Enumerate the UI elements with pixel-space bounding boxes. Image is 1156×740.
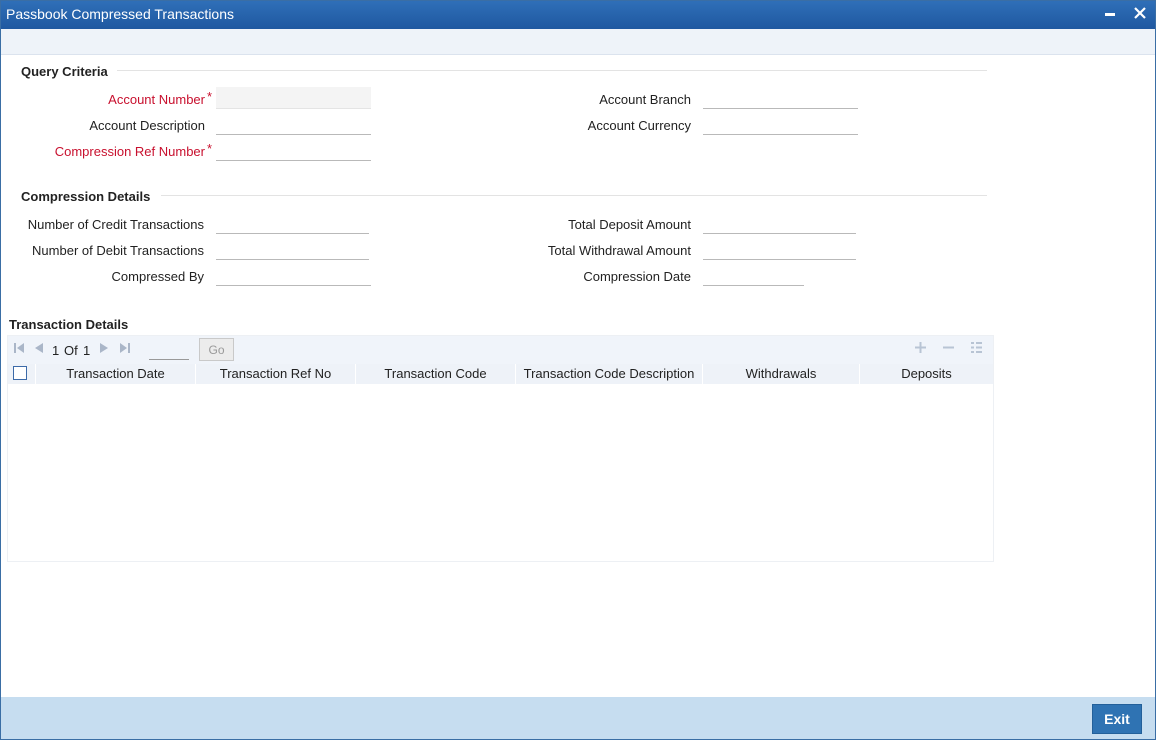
go-button[interactable]: Go (199, 338, 234, 361)
window-title: Passbook Compressed Transactions (6, 6, 234, 22)
transaction-grid: 1 Of 1 Go Transaction Date Transaction R… (7, 335, 994, 562)
section-divider (117, 70, 987, 71)
account-branch-label: Account Branch (599, 92, 691, 107)
section-divider (161, 195, 987, 196)
required-mark: * (207, 89, 213, 104)
transaction-details-title: Transaction Details (9, 317, 129, 332)
credit-count-label: Number of Credit Transactions (27, 217, 204, 232)
page-of-label: Of (64, 343, 78, 358)
account-currency-label: Account Currency (587, 118, 691, 133)
account-number-label: Account Number (108, 92, 205, 107)
page-number-input[interactable] (149, 340, 189, 360)
account-branch-field[interactable] (703, 87, 858, 109)
compressed-by-label: Compressed By (111, 269, 204, 284)
total-deposit-label: Total Deposit Amount (568, 217, 691, 232)
select-all-cell (8, 364, 36, 384)
next-page-icon[interactable] (98, 342, 110, 357)
debit-count-field[interactable] (216, 238, 369, 260)
total-deposit-field[interactable] (703, 212, 856, 234)
footer-bar: Exit (1, 697, 1155, 739)
required-mark: * (207, 141, 213, 156)
total-withdrawal-label: Total Withdrawal Amount (547, 243, 691, 258)
credit-count-field[interactable] (216, 212, 369, 234)
prev-page-icon[interactable] (33, 342, 45, 357)
first-page-icon[interactable] (13, 342, 25, 357)
current-page: 1 (52, 343, 60, 358)
compression-ref-field[interactable] (216, 139, 371, 161)
grid-pager: 1 Of 1 Go (8, 336, 993, 364)
column-header[interactable]: Transaction Date (36, 364, 196, 384)
delete-row-icon[interactable] (942, 341, 955, 358)
column-header[interactable]: Transaction Code (356, 364, 516, 384)
compression-ref-label: Compression Ref Number (54, 144, 205, 159)
column-header[interactable]: Transaction Code Description (516, 364, 703, 384)
account-number-field[interactable] (216, 87, 371, 109)
title-bar: Passbook Compressed Transactions (1, 1, 1155, 29)
account-currency-field[interactable] (703, 113, 858, 135)
compressed-by-field[interactable] (216, 264, 371, 286)
compression-details-title: Compression Details (21, 189, 151, 204)
single-view-icon[interactable] (970, 341, 983, 358)
total-pages: 1 (83, 343, 91, 358)
compression-date-field[interactable] (703, 264, 804, 286)
column-header[interactable]: Deposits (860, 364, 993, 384)
add-row-icon[interactable] (914, 341, 927, 358)
account-description-field[interactable] (216, 113, 371, 135)
column-header[interactable]: Withdrawals (703, 364, 860, 384)
close-icon[interactable] (1130, 5, 1150, 25)
minimize-icon[interactable] (1100, 5, 1120, 25)
query-criteria-title: Query Criteria (21, 64, 108, 79)
debit-count-label: Number of Debit Transactions (32, 243, 204, 258)
exit-button[interactable]: Exit (1092, 704, 1142, 734)
select-all-checkbox[interactable] (13, 366, 27, 380)
passbook-window: Passbook Compressed Transactions Query C… (0, 0, 1156, 740)
grid-header: Transaction Date Transaction Ref No Tran… (8, 364, 993, 384)
compression-date-label: Compression Date (583, 269, 691, 284)
toolbar-strip (1, 29, 1155, 55)
total-withdrawal-field[interactable] (703, 238, 856, 260)
last-page-icon[interactable] (119, 342, 131, 357)
column-header[interactable]: Transaction Ref No (196, 364, 356, 384)
account-description-label: Account Description (89, 118, 205, 133)
